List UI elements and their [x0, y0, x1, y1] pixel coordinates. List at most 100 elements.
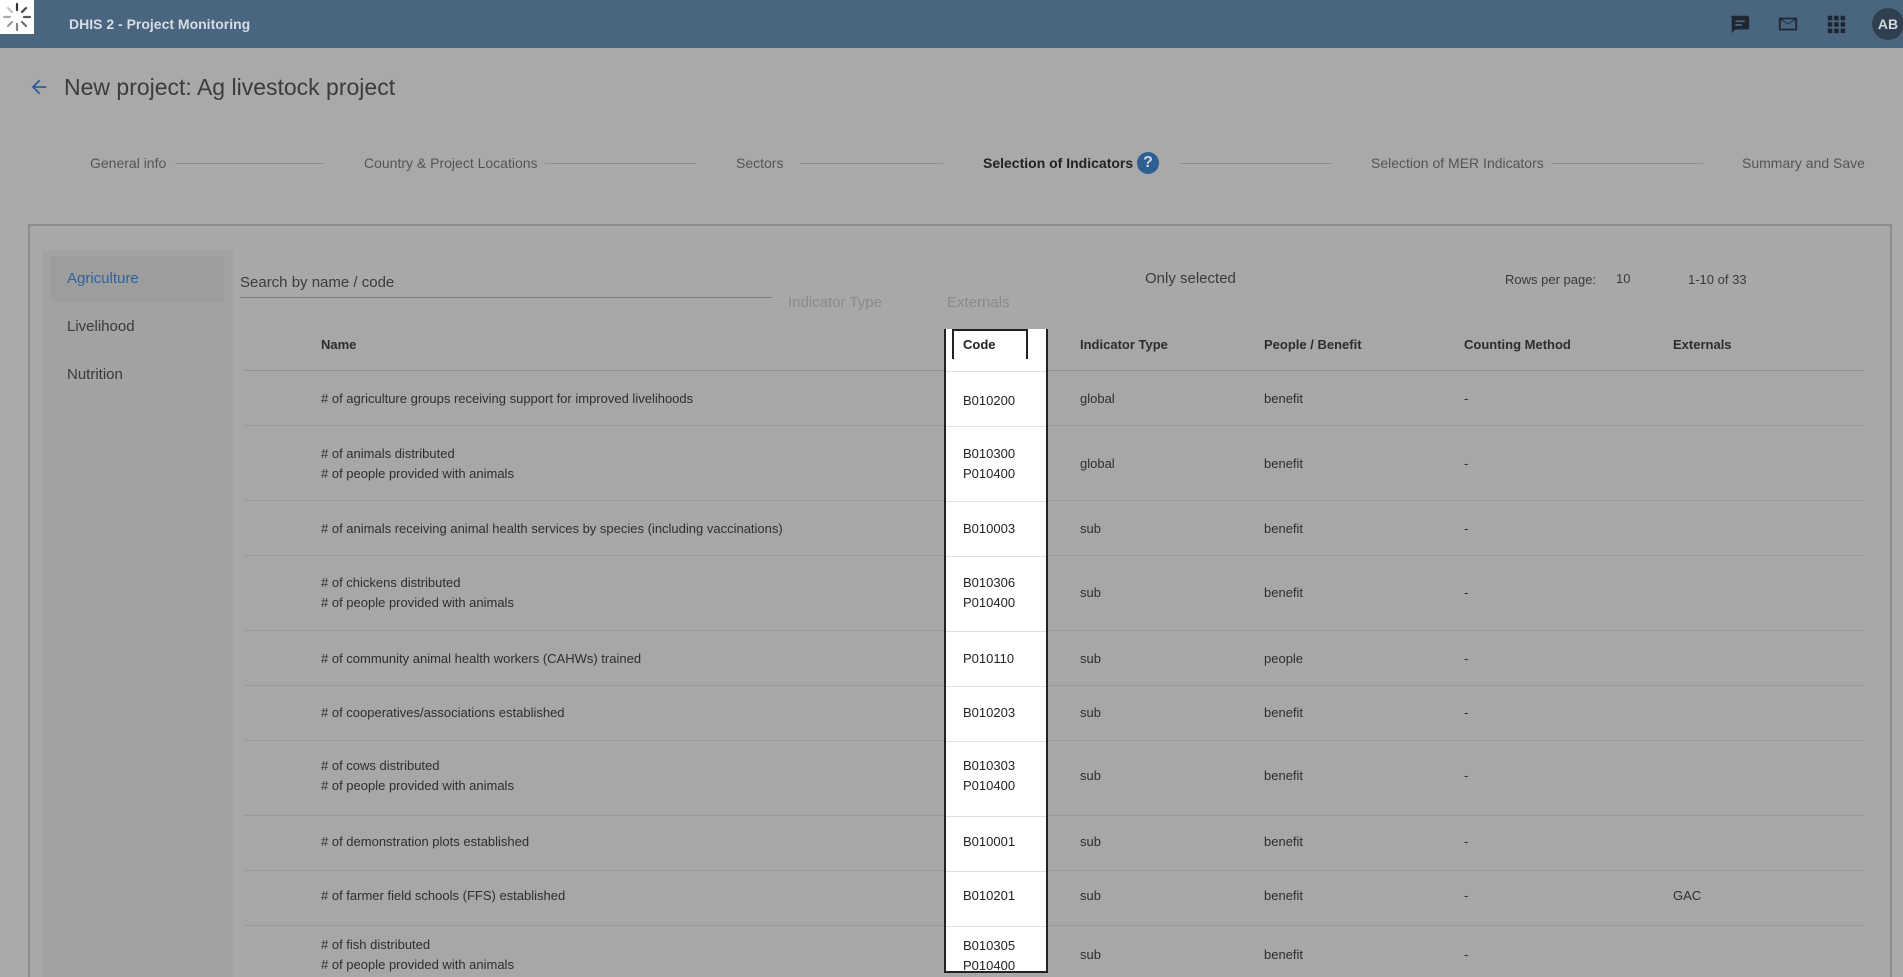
indicator-code-secondary: P010400: [963, 595, 1016, 610]
counting-method: -: [1464, 456, 1469, 471]
indicator-type: sub: [1080, 834, 1101, 849]
people-benefit: benefit: [1264, 391, 1304, 406]
code-divider: [946, 556, 1046, 557]
step-summary-and-save[interactable]: Summary and Save: [1742, 155, 1865, 171]
people-benefit: benefit: [1264, 705, 1304, 720]
indicator-type-filter[interactable]: Indicator Type: [788, 294, 936, 318]
indicator-code-secondary: P010400: [963, 778, 1016, 793]
counting-method: -: [1464, 585, 1469, 600]
help-icon[interactable]: ?: [1137, 152, 1159, 174]
column-header-externals[interactable]: Externals: [1673, 337, 1732, 352]
people-benefit: benefit: [1264, 456, 1304, 471]
sidebar-item-livelihood[interactable]: Livelihood: [51, 304, 224, 350]
user-avatar[interactable]: AB: [1872, 8, 1903, 40]
mail-icon[interactable]: [1777, 13, 1799, 35]
indicator-code: B010203: [963, 705, 1016, 720]
indicator-code: B010003: [963, 521, 1016, 536]
code-divider: [946, 631, 1046, 632]
indicator-type: sub: [1080, 651, 1101, 666]
indicator-name: # of chickens distributed: [321, 575, 461, 590]
table-row[interactable]: # of demonstration plots established sub…: [244, 817, 1865, 871]
column-header-indicator-type[interactable]: Indicator Type: [1080, 337, 1168, 352]
indicator-name: # of community animal health workers (CA…: [321, 651, 642, 666]
step-connector: [1551, 163, 1703, 164]
people-benefit: people: [1264, 651, 1304, 666]
app-header: DHIS 2 - Project Monitoring AB: [0, 0, 1903, 48]
people-benefit: benefit: [1264, 585, 1304, 600]
only-selected-toggle[interactable]: Only selected: [1145, 270, 1236, 287]
indicator-name-secondary: # of people provided with animals: [321, 595, 514, 610]
indicator-type: sub: [1080, 947, 1101, 962]
people-benefit: benefit: [1264, 768, 1304, 783]
column-header-name[interactable]: Name: [321, 337, 356, 352]
indicator-name: # of animals receiving animal health ser…: [321, 521, 783, 536]
chat-icon[interactable]: [1729, 13, 1751, 35]
code-divider: [946, 816, 1046, 817]
indicator-name: # of fish distributed: [321, 937, 431, 952]
table-row[interactable]: # of cows distributed # of people provid…: [244, 742, 1865, 816]
indicator-code: B010300: [963, 446, 1016, 461]
indicator-code: B010305: [963, 938, 1016, 953]
indicator-name: # of cooperatives/associations establish…: [321, 705, 565, 720]
counting-method: -: [1464, 888, 1469, 903]
column-header-counting-method[interactable]: Counting Method: [1464, 337, 1571, 352]
code-divider: [946, 371, 1046, 372]
table-row[interactable]: # of community animal health workers (CA…: [244, 632, 1865, 686]
indicator-name-secondary: # of people provided with animals: [321, 957, 514, 972]
indicator-code-secondary: P010400: [963, 958, 1016, 973]
step-sectors[interactable]: Sectors: [736, 155, 783, 171]
apps-icon[interactable]: [1825, 13, 1847, 35]
code-divider: [946, 501, 1046, 502]
step-country-project-locations[interactable]: Country & Project Locations: [364, 155, 538, 171]
people-benefit: benefit: [1264, 834, 1304, 849]
sidebar-item-agriculture[interactable]: Agriculture: [51, 256, 224, 302]
indicator-code: B010201: [963, 888, 1016, 903]
counting-method: -: [1464, 521, 1469, 536]
rows-per-page-select[interactable]: 10: [1616, 271, 1630, 286]
column-header-people-benefit[interactable]: People / Benefit: [1264, 337, 1362, 352]
table-row[interactable]: # of chickens distributed # of people pr…: [244, 557, 1865, 631]
step-selection-of-indicators[interactable]: Selection of Indicators: [983, 155, 1133, 171]
code-divider: [946, 871, 1046, 872]
people-benefit: benefit: [1264, 888, 1304, 903]
indicator-name-secondary: # of people provided with animals: [321, 778, 514, 793]
indicator-name-secondary: # of people provided with animals: [321, 466, 514, 481]
people-benefit: benefit: [1264, 521, 1304, 536]
indicator-type: global: [1080, 391, 1115, 406]
code-divider: [946, 426, 1046, 427]
indicator-code: B010001: [963, 834, 1016, 849]
table-row[interactable]: # of fish distributed # of people provid…: [244, 927, 1865, 977]
step-general-info[interactable]: General info: [90, 155, 166, 171]
table-row[interactable]: # of cooperatives/associations establish…: [244, 687, 1865, 741]
back-arrow-icon[interactable]: [28, 76, 50, 98]
column-header-code[interactable]: Code: [963, 337, 996, 352]
code-divider: [946, 686, 1046, 687]
table-row[interactable]: # of animals receiving animal health ser…: [244, 502, 1865, 556]
indicator-name: # of cows distributed: [321, 758, 440, 773]
indicator-name: # of agriculture groups receiving suppor…: [321, 391, 694, 406]
indicator-name: # of farmer field schools (FFS) establis…: [321, 888, 566, 903]
indicator-code-secondary: P010400: [963, 466, 1016, 481]
indicator-type: sub: [1080, 585, 1101, 600]
externals: GAC: [1673, 888, 1702, 903]
pagination-range: 1-10 of 33: [1688, 272, 1747, 287]
externals-filter[interactable]: Externals: [947, 294, 1097, 318]
table-row[interactable]: # of animals distributed # of people pro…: [244, 427, 1865, 501]
search-input[interactable]: Search by name / code: [240, 268, 772, 298]
code-divider: [946, 926, 1046, 927]
indicator-type: sub: [1080, 768, 1101, 783]
table-row[interactable]: # of agriculture groups receiving suppor…: [244, 371, 1865, 426]
step-connector: [175, 163, 323, 164]
sidebar-item-nutrition[interactable]: Nutrition: [51, 352, 224, 398]
step-connector: [1180, 163, 1332, 164]
counting-method: -: [1464, 947, 1469, 962]
indicator-code: B010303: [963, 758, 1016, 773]
people-benefit: benefit: [1264, 947, 1304, 962]
step-selection-of-mer-indicators[interactable]: Selection of MER Indicators: [1371, 155, 1544, 171]
table-row[interactable]: # of farmer field schools (FFS) establis…: [244, 872, 1865, 926]
code-divider: [946, 741, 1046, 742]
counting-method: -: [1464, 391, 1469, 406]
loading-spinner-icon: [0, 0, 34, 34]
indicator-name: # of animals distributed: [321, 446, 455, 461]
counting-method: -: [1464, 834, 1469, 849]
